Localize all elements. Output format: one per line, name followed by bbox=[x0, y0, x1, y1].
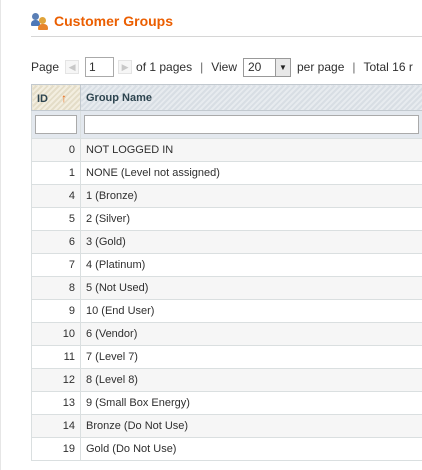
table-row[interactable]: 52 (Silver) bbox=[31, 207, 422, 231]
sort-ascending-icon: ↑ bbox=[61, 90, 67, 105]
per-page-select[interactable]: 20 ▼ bbox=[243, 57, 291, 77]
pager: Page ◀ ▶ of 1 pages | View 20 ▼ per page… bbox=[31, 56, 413, 78]
pager-separator: | bbox=[200, 60, 204, 74]
table-row[interactable]: 63 (Gold) bbox=[31, 230, 422, 254]
table-row[interactable]: 11 7 (Level 7) bbox=[31, 345, 422, 369]
table-row[interactable]: 14 Bronze (Do Not Use) bbox=[31, 414, 422, 438]
previous-page-icon[interactable]: ◀ bbox=[65, 60, 80, 74]
grid-header-row: ID ↑ Group Name bbox=[31, 84, 422, 111]
cell-group-name: Bronze (Do Not Use) bbox=[80, 414, 422, 438]
id-filter-input[interactable] bbox=[35, 115, 77, 134]
filter-cell-id bbox=[31, 110, 81, 139]
page-title: Customer Groups bbox=[54, 13, 174, 29]
cell-id: 12 bbox=[31, 368, 81, 392]
cell-id: 13 bbox=[31, 391, 81, 415]
per-page-label: per page bbox=[297, 60, 345, 74]
table-row[interactable]: 10 6 (Vendor) bbox=[31, 322, 422, 346]
chevron-down-icon[interactable]: ▼ bbox=[275, 58, 290, 76]
table-row[interactable]: 74 (Platinum) bbox=[31, 253, 422, 277]
cell-id: 4 bbox=[31, 184, 81, 208]
cell-id: 1 bbox=[31, 161, 81, 185]
customer-groups-icon bbox=[31, 12, 49, 30]
cell-group-name: NOT LOGGED IN bbox=[80, 138, 422, 162]
table-row[interactable]: 19 Gold (Do Not Use) bbox=[31, 437, 422, 461]
cell-id: 6 bbox=[31, 230, 81, 254]
page-count-text: of 1 pages bbox=[136, 60, 193, 74]
cell-group-name: NONE (Level not assigned) bbox=[80, 161, 422, 185]
cell-id: 0 bbox=[31, 138, 81, 162]
cell-group-name: 5 (Not Used) bbox=[80, 276, 422, 300]
cell-group-name: 1 (Bronze) bbox=[80, 184, 422, 208]
cell-group-name: 4 (Platinum) bbox=[80, 253, 422, 277]
cell-group-name: 3 (Gold) bbox=[80, 230, 422, 254]
cell-id: 19 bbox=[31, 437, 81, 461]
table-row[interactable]: 0 NOT LOGGED IN bbox=[31, 138, 422, 162]
column-header-id[interactable]: ID ↑ bbox=[31, 84, 81, 111]
cell-group-name: Gold (Do Not Use) bbox=[80, 437, 422, 461]
group-name-filter-input[interactable] bbox=[84, 115, 419, 134]
cell-group-name: 7 (Level 7) bbox=[80, 345, 422, 369]
table-row[interactable]: 13 9 (Small Box Energy) bbox=[31, 391, 422, 415]
cell-id: 5 bbox=[31, 207, 81, 231]
cell-id: 14 bbox=[31, 414, 81, 438]
header-divider bbox=[31, 36, 422, 37]
pager-separator: | bbox=[352, 60, 356, 74]
page-header: Customer Groups bbox=[31, 10, 173, 32]
next-page-icon[interactable]: ▶ bbox=[118, 60, 133, 74]
table-row[interactable]: 85 (Not Used) bbox=[31, 276, 422, 300]
column-header-id-label: ID bbox=[37, 92, 48, 105]
total-records-text: Total 16 r bbox=[363, 60, 413, 74]
table-row[interactable]: 9 10 (End User) bbox=[31, 299, 422, 323]
filter-cell-group-name bbox=[80, 110, 422, 139]
cell-id: 8 bbox=[31, 276, 81, 300]
filter-row bbox=[31, 110, 422, 139]
cell-id: 11 bbox=[31, 345, 81, 369]
page-number-input[interactable] bbox=[85, 57, 115, 77]
view-label: View bbox=[211, 60, 237, 74]
cell-group-name: 9 (Small Box Energy) bbox=[80, 391, 422, 415]
cell-group-name: 6 (Vendor) bbox=[80, 322, 422, 346]
cell-group-name: 10 (End User) bbox=[80, 299, 422, 323]
table-row[interactable]: 41 (Bronze) bbox=[31, 184, 422, 208]
cell-group-name: 8 (Level 8) bbox=[80, 368, 422, 392]
cell-id: 10 bbox=[31, 322, 81, 346]
page-frame: Customer Groups Page ◀ ▶ of 1 pages | Vi… bbox=[0, 0, 422, 470]
table-row[interactable]: 12 8 (Level 8) bbox=[31, 368, 422, 392]
cell-id: 9 bbox=[31, 299, 81, 323]
per-page-value: 20 bbox=[248, 60, 262, 74]
cell-group-name: 2 (Silver) bbox=[80, 207, 422, 231]
column-header-group-name[interactable]: Group Name bbox=[80, 84, 422, 111]
customer-groups-grid: ID ↑ Group Name 0 NOT LOGGED IN 1 NONE (Leve… bbox=[31, 84, 422, 461]
cell-id: 7 bbox=[31, 253, 81, 277]
page-label: Page bbox=[31, 60, 60, 74]
table-row[interactable]: 1 NONE (Level not assigned) bbox=[31, 161, 422, 185]
